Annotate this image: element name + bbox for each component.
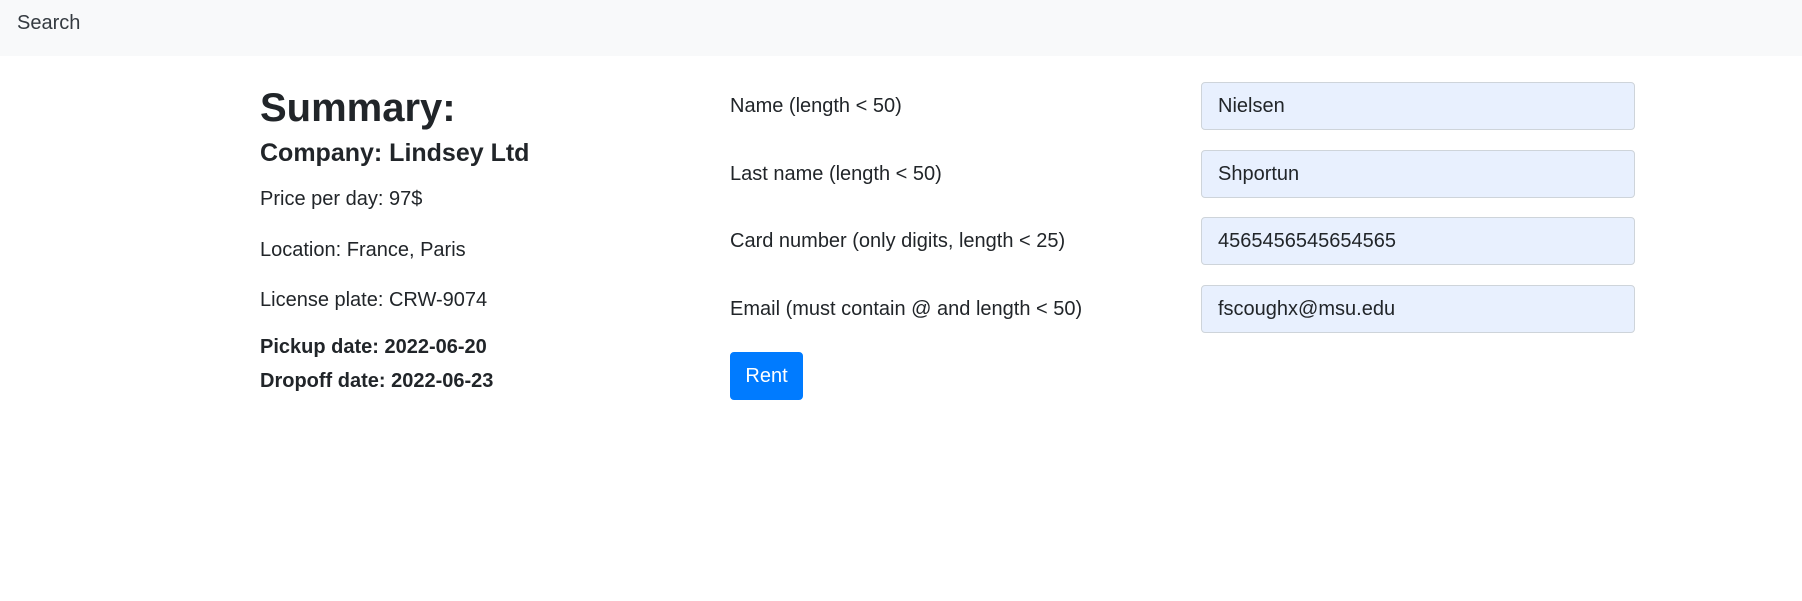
location: Location: France, Paris — [260, 239, 466, 261]
last-name-input[interactable] — [1201, 150, 1635, 198]
pickup-date: Pickup date: 2022-06-20 — [260, 336, 487, 358]
email-input[interactable] — [1201, 285, 1635, 333]
card-number-row: Card number (only digits, length < 25) — [730, 217, 1635, 265]
summary-panel: Summary: Company: Lindsey Ltd Price per … — [260, 80, 700, 392]
rent-button[interactable]: Rent — [730, 352, 803, 400]
name-row: Name (length < 50) — [730, 82, 1635, 130]
email-row: Email (must contain @ and length < 50) — [730, 285, 1635, 333]
card-number-label: Card number (only digits, length < 25) — [730, 230, 1066, 252]
dropoff-date: Dropoff date: 2022-06-23 — [260, 370, 494, 392]
nav-search-link[interactable]: Search — [17, 12, 80, 35]
name-label: Name (length < 50) — [730, 95, 902, 117]
card-number-input[interactable] — [1201, 217, 1635, 265]
last-name-row: Last name (length < 50) — [730, 150, 1635, 198]
summary-title: Summary: — [260, 86, 456, 130]
email-label: Email (must contain @ and length < 50) — [730, 298, 1083, 320]
last-name-label: Last name (length < 50) — [730, 163, 942, 185]
company-name: Company: Lindsey Ltd — [260, 139, 530, 167]
navbar: Search — [0, 0, 1802, 56]
price-per-day: Price per day: 97$ — [260, 188, 423, 210]
name-input[interactable] — [1201, 82, 1635, 130]
license-plate: License plate: CRW-9074 — [260, 289, 488, 311]
